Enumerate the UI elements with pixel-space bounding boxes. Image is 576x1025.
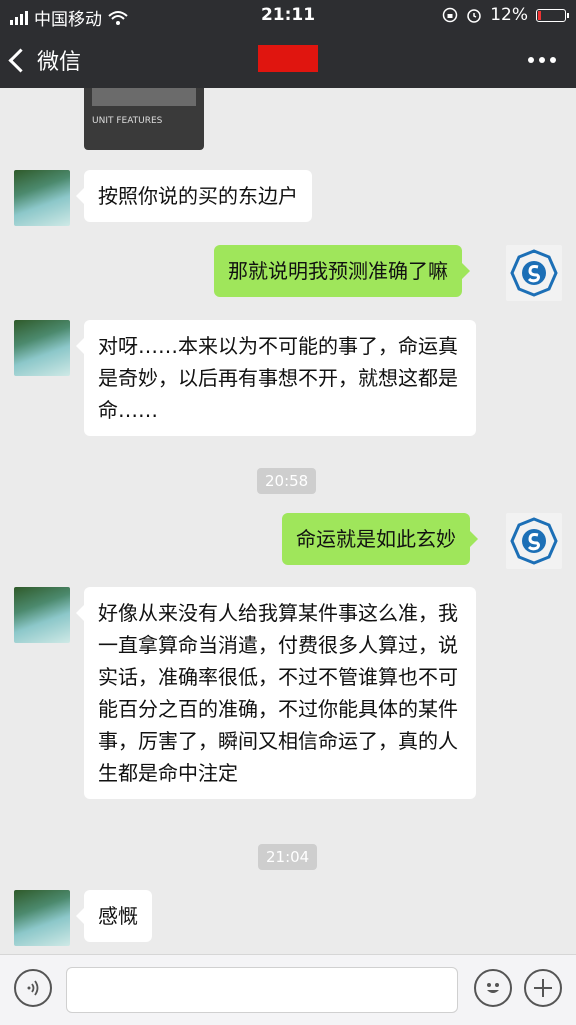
more-button[interactable] — [528, 57, 556, 63]
emoji-button[interactable] — [474, 969, 512, 1007]
back-button[interactable]: 微信 — [8, 44, 82, 76]
rotation-lock-icon — [442, 7, 458, 23]
battery-icon — [536, 8, 569, 22]
contact-avatar[interactable] — [14, 170, 70, 226]
plus-icon — [534, 979, 552, 997]
status-bar: 中国移动 21:11 12% — [0, 0, 576, 30]
contact-avatar[interactable] — [14, 890, 70, 946]
incoming-message[interactable]: 好像从来没有人给我算某件事这么准，我一直拿算命当消遣，付费很多人算过，说实话，准… — [76, 587, 476, 799]
image-caption: UNIT FEATURES — [92, 116, 163, 126]
alarm-icon — [467, 9, 481, 23]
bagua-logo-icon — [510, 249, 558, 297]
timestamp-chip: 20:58 — [257, 468, 317, 494]
image-message[interactable]: UNIT FEATURES — [84, 88, 204, 150]
input-bar — [0, 954, 576, 1025]
outgoing-message[interactable]: 命运就是如此玄妙 — [282, 513, 478, 565]
chevron-left-icon — [8, 47, 33, 73]
contact-avatar[interactable] — [14, 320, 70, 376]
bagua-logo-icon — [510, 517, 558, 565]
contact-avatar[interactable] — [14, 587, 70, 643]
timestamp-chip: 21:04 — [258, 844, 318, 870]
user-avatar[interactable] — [506, 513, 562, 569]
message-input[interactable] — [66, 967, 458, 1013]
back-label: 微信 — [37, 50, 82, 75]
incoming-message[interactable]: 按照你说的买的东边户 — [76, 170, 312, 222]
battery-percent: 12% — [490, 5, 528, 25]
plus-button[interactable] — [524, 969, 562, 1007]
redacted-contact-name — [258, 45, 318, 72]
chat-area[interactable]: UNIT FEATURES 按照你说的买的东边户 那就说明我预测准确了嘛 对呀…… — [0, 88, 576, 954]
incoming-message[interactable]: 对呀……本来以为不可能的事了，命运真是奇妙，以后再有事想不开，就想这都是命…… — [76, 320, 476, 436]
emoji-icon — [487, 983, 499, 993]
outgoing-message[interactable]: 那就说明我预测准确了嘛 — [214, 245, 470, 297]
voice-button[interactable] — [14, 969, 52, 1007]
voice-icon — [27, 980, 39, 996]
user-avatar[interactable] — [506, 245, 562, 301]
nav-bar: 微信 — [0, 30, 576, 88]
incoming-message[interactable]: 感慨 — [76, 890, 152, 942]
